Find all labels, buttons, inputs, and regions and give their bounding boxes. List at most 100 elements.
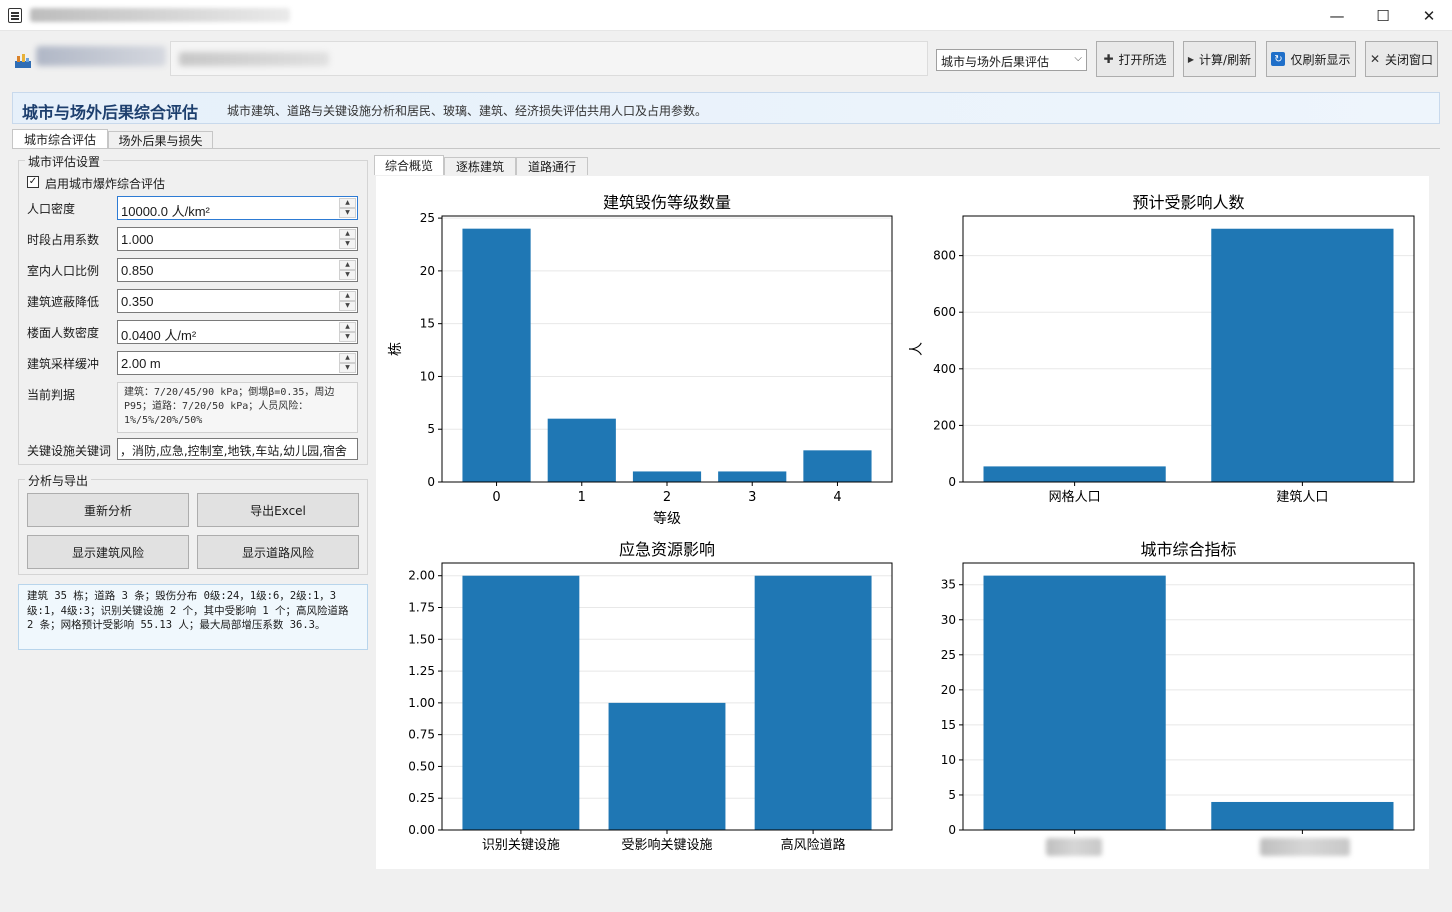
y-tick-label: 35 [941,578,956,592]
bar [547,418,616,482]
floor-density-label: 楼面人数密度 [27,326,100,340]
spin-arrows[interactable]: ▲ ▼ [339,322,356,342]
close-panel-button[interactable]: ✕ 关闭窗口 [1365,41,1438,77]
bar [983,575,1166,830]
spin-down-icon[interactable]: ▼ [339,208,356,218]
spin-arrows[interactable]: ▲ ▼ [339,198,356,218]
charts-canvas: 05101520250 1 2 3 4建筑毁伤等级数量等级栋0200400600800网… [387,193,1415,853]
indoor-ratio-input[interactable]: 0.850 ▲ ▼ [117,258,358,282]
open-selected-label: 打开所选 [1118,52,1167,67]
bar [632,471,702,482]
x-tick-label: 高风险道路 [781,837,846,853]
shelter-reduction-value: 0.350 [121,294,154,309]
plus-icon: ✚ [1103,52,1114,66]
y-tick-label: 1.25 [408,664,435,678]
spin-down-icon[interactable]: ▼ [339,363,356,373]
module-select[interactable]: 城市与场外后果评估 ⌵ [936,49,1087,71]
spin-arrows[interactable]: ▲ ▼ [339,229,356,249]
x-axis-label: 等级 [653,510,681,527]
x-tick-label: 建筑人口 [1276,489,1328,505]
chart-title: 应急资源影响 [619,540,715,559]
spin-up-icon[interactable]: ▲ [339,229,356,239]
spin-down-icon[interactable]: ▼ [339,332,356,342]
chart-title: 预计受影响人数 [1132,193,1244,212]
page-title: 城市与场外后果综合评估 [22,103,199,122]
spin-up-icon[interactable]: ▲ [339,260,356,270]
enable-checkbox[interactable]: ✓ [27,176,39,188]
shelter-reduction-input[interactable]: 0.350 ▲ ▼ [117,289,358,313]
tab-offsite-consequences[interactable]: 场外后果与损失 [108,131,213,149]
occupancy-factor-label: 时段占用系数 [27,233,100,247]
window-title-redacted [30,8,290,22]
export-excel-button[interactable]: 导出Excel [197,493,359,527]
refresh-icon: ↻ [1271,52,1286,66]
spin-up-icon[interactable]: ▲ [339,291,356,301]
floor-density-input[interactable]: 0.0400 人/m² ▲ ▼ [117,320,358,344]
y-tick-label: 800 [933,249,956,263]
y-tick-label: 0 [427,475,435,489]
summary-text: 建筑 35 栋；道路 3 条；毁伤分布 0级:24，1级:6，2级:1，3级:1… [18,584,368,650]
y-tick-label: 0.75 [408,728,435,742]
spin-down-icon[interactable]: ▼ [339,270,356,280]
population-density-input[interactable]: 10000.0 人/km² ▲ ▼ [117,196,358,220]
maximize-button[interactable]: ☐ [1360,0,1406,31]
open-selected-button[interactable]: ✚ 打开所选 [1096,41,1174,77]
shelter-reduction-label: 建筑遮蔽降低 [27,295,100,309]
floor-density-value: 0.0400 人/m² [121,328,197,343]
sampling-buffer-input[interactable]: 2.00 m ▲ ▼ [117,351,358,375]
sampling-buffer-value: 2.00 m [121,356,161,371]
y-tick-label: 0.00 [408,823,435,837]
y-tick-label: 5 [948,788,956,802]
show-road-risk-button[interactable]: 显示道路风险 [197,535,359,569]
status-text-redacted [179,52,329,66]
spin-up-icon[interactable]: ▲ [339,353,356,363]
y-tick-label: 0 [948,475,956,489]
spin-arrows[interactable]: ▲ ▼ [339,353,356,373]
spin-down-icon[interactable]: ▼ [339,239,356,249]
y-tick-label: 20 [941,683,956,697]
subtab-road-traffic[interactable]: 道路通行 [516,157,588,175]
spin-up-icon[interactable]: ▲ [339,198,356,208]
y-tick-label: 1.50 [408,632,435,646]
toolbar: 城市与场外后果评估 ⌵ ✚ 打开所选 ▶ 计算/刷新 ↻ 仅刷新显示 ✕ 关闭窗… [0,32,1452,86]
compute-refresh-button[interactable]: ▶ 计算/刷新 [1183,41,1256,77]
y-tick-label: 0.25 [408,791,435,805]
keywords-input[interactable]: ，消防,应急,控制室,地铁,车站,幼儿园,宿舍 [117,438,358,460]
bar [803,450,872,482]
spin-arrows[interactable]: ▲ ▼ [339,260,356,280]
bar [983,466,1166,482]
reanalyze-button[interactable]: 重新分析 [27,493,189,527]
subtab-per-building[interactable]: 逐栋建筑 [444,157,516,175]
x-tick-label: 受影响关键设施 [621,837,712,853]
population-density-value: 10000.0 人/km² [121,204,210,219]
y-tick-label: 0.50 [408,759,435,773]
redacted-xtick-label [1260,838,1350,856]
y-tick-label: 1.00 [408,696,435,710]
tab-city-assessment[interactable]: 城市综合评估 [12,129,108,149]
status-field [170,41,928,76]
redacted-xtick-label [1046,838,1102,856]
sampling-buffer-label: 建筑采样缓冲 [27,357,100,371]
bar [1211,228,1394,482]
y-tick-label: 15 [420,317,435,331]
play-icon: ▶ [1187,54,1195,64]
close-window-button[interactable]: ✕ [1406,0,1452,31]
judge-text: 建筑：7/20/45/90 kPa；倒塌β=0.35，周边P95；道路：7/20… [117,382,358,433]
y-tick-label: 10 [420,369,435,383]
spin-arrows[interactable]: ▲ ▼ [339,291,356,311]
subtab-overview[interactable]: 综合概览 [374,155,444,175]
refresh-display-button[interactable]: ↻ 仅刷新显示 [1266,41,1356,77]
page-description: 城市建筑、道路与关键设施分析和居民、玻璃、建筑、经济损失评估共用人口及占用参数。 [227,104,708,118]
y-tick-label: 0 [948,823,956,837]
spin-down-icon[interactable]: ▼ [339,301,356,311]
minimize-button[interactable]: — [1314,0,1360,31]
x-tick-label: 0 [492,490,500,505]
enable-checkbox-label: 启用城市爆炸综合评估 [45,177,166,191]
y-axis-label: 栋 [387,342,404,356]
occupancy-factor-input[interactable]: 1.000 ▲ ▼ [117,227,358,251]
y-tick-label: 20 [420,264,435,278]
y-tick-label: 200 [933,418,956,432]
spin-up-icon[interactable]: ▲ [339,322,356,332]
y-tick-label: 2.00 [408,569,435,583]
show-building-risk-button[interactable]: 显示建筑风险 [27,535,189,569]
